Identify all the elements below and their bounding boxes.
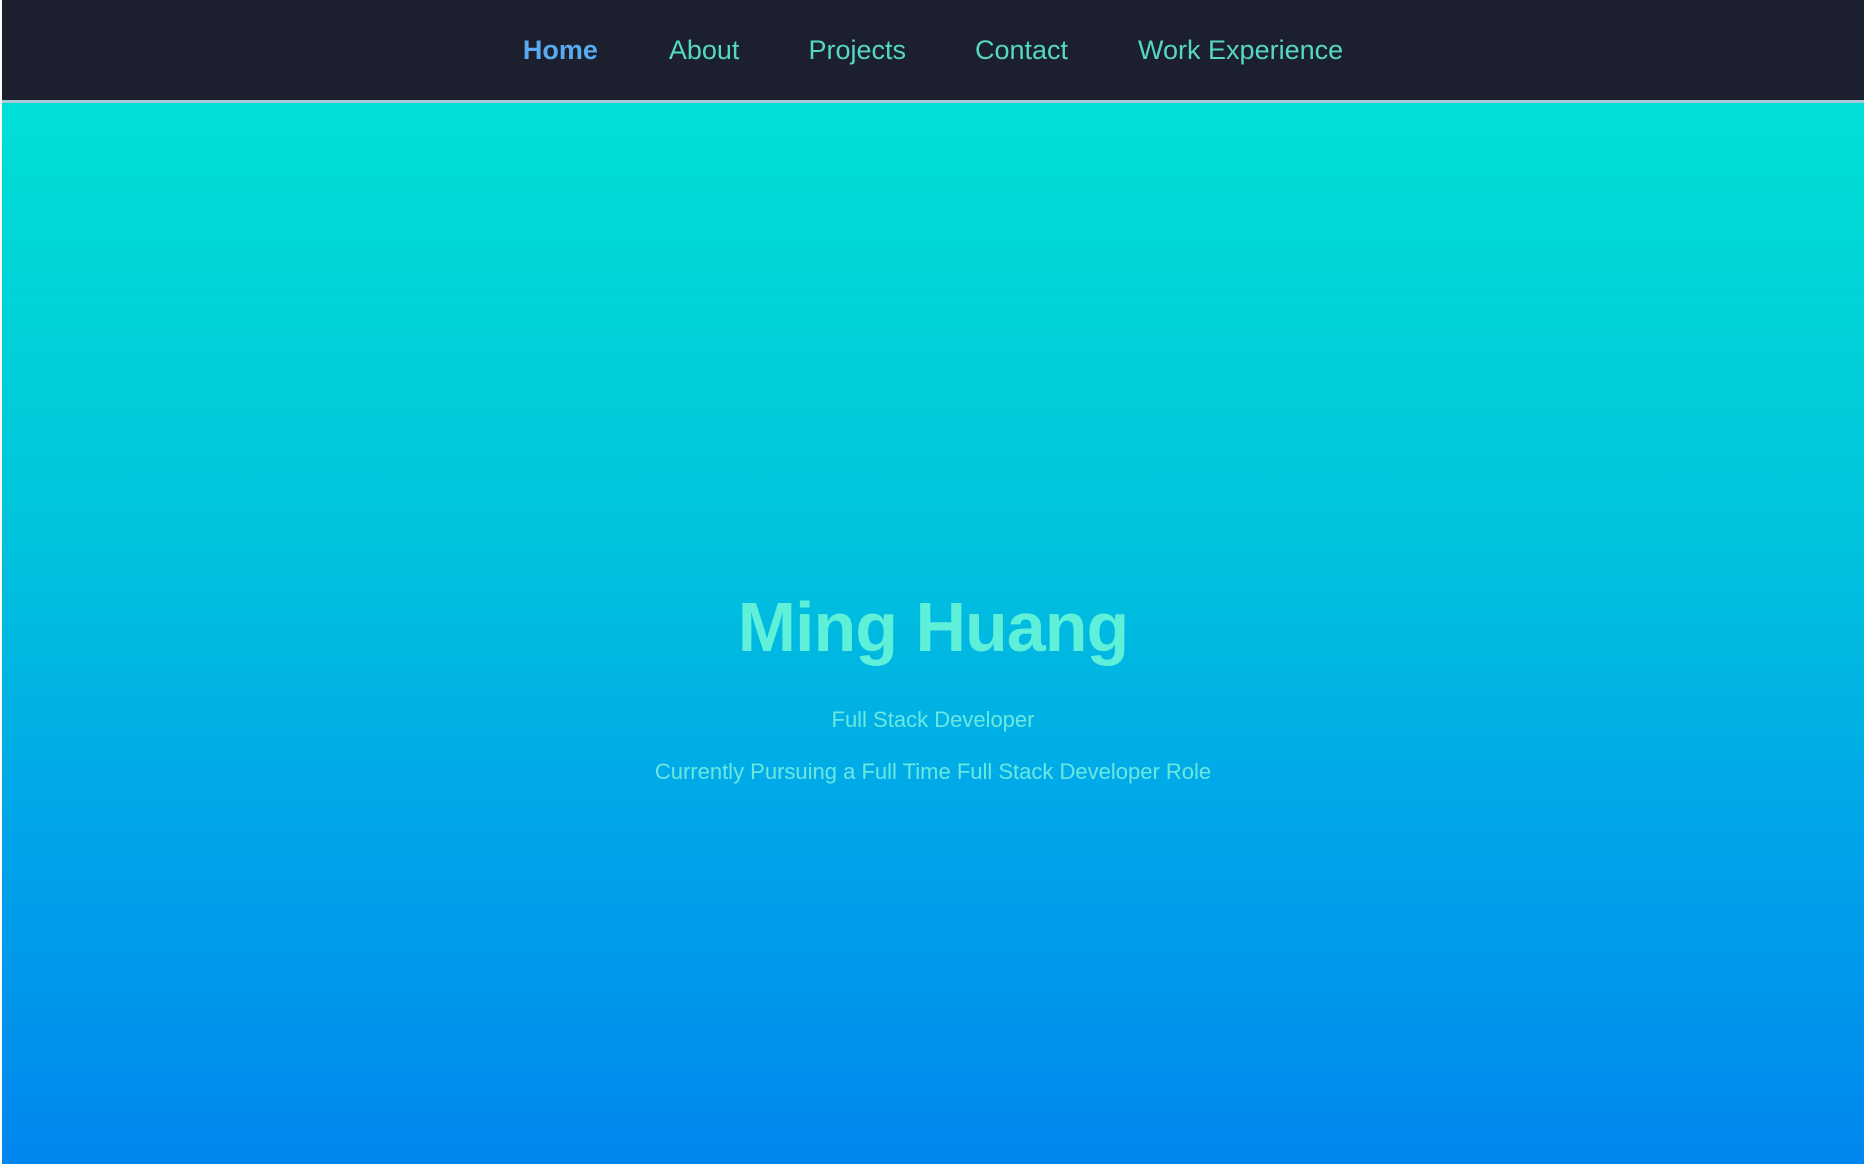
- page: Home About Projects Contact Work Experie…: [2, 0, 1864, 1164]
- hero-role: Full Stack Developer: [831, 707, 1035, 732]
- hero-status: Currently Pursuing a Full Time Full Stac…: [654, 759, 1212, 784]
- hero-name: Ming Huang: [737, 588, 1129, 666]
- nav-link-home[interactable]: Home: [523, 35, 598, 66]
- nav-link-contact[interactable]: Contact: [975, 35, 1068, 66]
- nav-link-work-experience[interactable]: Work Experience: [1138, 35, 1343, 66]
- nav-link-projects[interactable]: Projects: [808, 35, 906, 66]
- nav-link-about[interactable]: About: [669, 35, 740, 66]
- navbar: Home About Projects Contact Work Experie…: [2, 0, 1864, 103]
- hero-section: Ming Huang Full Stack Developer Currentl…: [2, 103, 1864, 1164]
- nav-links: Home About Projects Contact Work Experie…: [2, 0, 1864, 100]
